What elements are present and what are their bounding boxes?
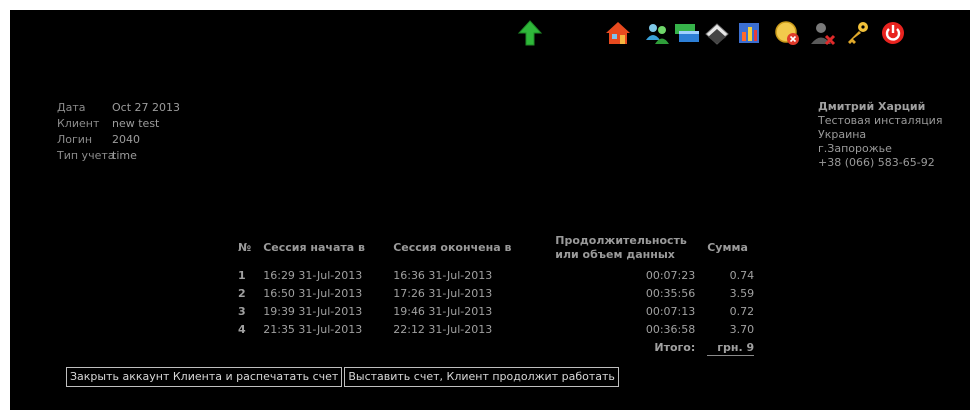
table-row: 2 16:50 31-Jul-2013 17:26 31-Jul-2013 00…	[232, 284, 760, 302]
sessions-table: № Сессия начата в Сессия окончена в Прод…	[232, 230, 760, 356]
row-sum: 0.72	[729, 304, 755, 318]
row-sum: 0.74	[729, 268, 755, 282]
company-phone: +38 (066) 583-65-92	[818, 156, 935, 169]
info-row-date: Дата Oct 27 2013	[57, 101, 181, 114]
table-row: 1 16:29 31-Jul-2013 16:36 31-Jul-2013 00…	[232, 266, 760, 284]
table-row: 3 19:39 31-Jul-2013 19:46 31-Jul-2013 00…	[232, 302, 760, 320]
row-no: 4	[238, 322, 246, 336]
table-row: 4 21:35 31-Jul-2013 22:12 31-Jul-2013 00…	[232, 320, 760, 338]
close-account-print-button[interactable]: Закрыть аккаунт Клиента и распечатать сч…	[66, 367, 343, 387]
row-duration: 00:07:13	[645, 304, 696, 318]
row-end: 16:36 31-Jul-2013	[393, 268, 493, 282]
company-info: Дмитрий Харций Тестовая инсталяция Укрaи…	[818, 100, 942, 170]
header-end: Сессия окончена в	[393, 241, 512, 254]
row-no: 3	[238, 304, 246, 318]
total-label: Итого:	[654, 340, 696, 354]
header-duration: Продолжительность или объем данных	[555, 234, 687, 261]
row-sum: 3.59	[729, 286, 755, 300]
row-end: 19:46 31-Jul-2013	[393, 304, 493, 318]
row-start: 16:29 31-Jul-2013	[263, 268, 363, 282]
header-sum: Сумма	[707, 241, 748, 254]
action-buttons: Закрыть аккаунт Клиента и распечатать сч…	[66, 365, 621, 387]
info-row-client: Клиент new test	[57, 117, 160, 130]
row-end: 17:26 31-Jul-2013	[393, 286, 493, 300]
toolbar	[10, 10, 970, 56]
report-icon[interactable]	[736, 20, 762, 46]
info-row-login: Логин 2040	[57, 133, 140, 146]
company-line1: Тестовая инсталяция	[818, 114, 943, 127]
row-no: 2	[238, 286, 246, 300]
remove-user-icon[interactable]	[810, 20, 836, 46]
row-sum: 3.70	[729, 322, 755, 336]
row-duration: 00:35:56	[645, 286, 696, 300]
row-no: 1	[238, 268, 246, 282]
company-city: г.Запорожье	[818, 142, 892, 155]
total-row: Итого: грн. 9	[232, 338, 760, 356]
header-no: №	[238, 241, 252, 254]
client-info: Дата Oct 27 2013 Клиент new test Логин 2040…	[57, 100, 180, 164]
row-start: 16:50 31-Jul-2013	[263, 286, 363, 300]
info-row-type: Тип учетаtime	[57, 149, 137, 162]
billing-panel: Дата Oct 27 2013 Клиент new test Логин 2040…	[10, 10, 970, 410]
windows-icon[interactable]	[674, 20, 700, 46]
row-start: 19:39 31-Jul-2013	[263, 304, 363, 318]
cancel-icon[interactable]	[774, 20, 800, 46]
company-name: Дмитрий Харций	[818, 100, 926, 113]
key-icon[interactable]	[844, 20, 870, 46]
row-duration: 00:36:58	[645, 322, 696, 336]
row-duration: 00:07:23	[645, 268, 696, 282]
table-header-row: № Сессия начата в Сессия окончена в Прод…	[232, 230, 760, 266]
home-icon[interactable]	[605, 20, 631, 46]
total-value: грн. 9	[701, 338, 760, 356]
issue-invoice-button[interactable]: Выставить счет, Клиент продолжит работат…	[344, 367, 619, 387]
up-arrow-icon[interactable]	[517, 20, 543, 46]
row-end: 22:12 31-Jul-2013	[393, 322, 493, 336]
row-start: 21:35 31-Jul-2013	[263, 322, 363, 336]
power-icon[interactable]	[880, 20, 906, 46]
book-icon[interactable]	[704, 20, 730, 46]
header-start: Сессия начата в	[263, 241, 365, 254]
company-line2: Укрaина	[818, 128, 867, 141]
users-icon[interactable]	[644, 20, 670, 46]
